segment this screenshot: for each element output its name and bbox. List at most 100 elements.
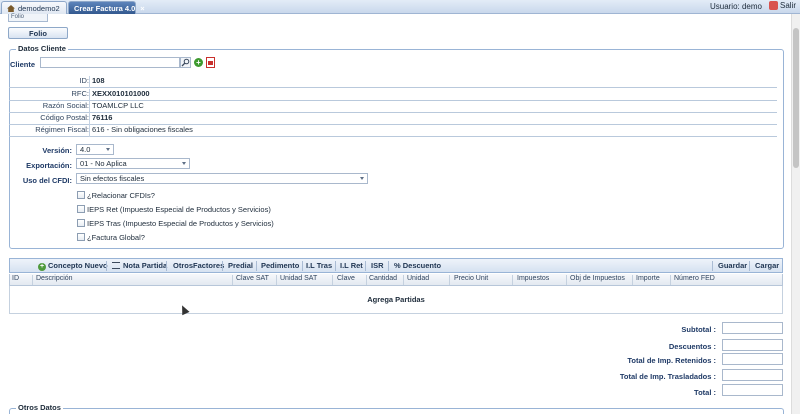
version-label: Versión: [42, 146, 72, 155]
razon-social-key: Razón Social: [42, 101, 89, 110]
col-id[interactable]: ID [12, 275, 19, 282]
datos-cliente-legend: Datos Cliente [16, 44, 68, 53]
il-tras-button[interactable]: I.L Tras [306, 261, 332, 270]
relacionar-cfdis-label: ¿Relacionar CFDIs? [87, 191, 155, 200]
regimen-fiscal-value: 616 - Sin obligaciones fiscales [92, 125, 193, 134]
regimen-fiscal-key: Régimen Fiscal: [35, 125, 89, 134]
col-clave-sat[interactable]: Clave SAT [236, 275, 269, 282]
conceptos-toolbar: + Concepto Nuevo Nota Partida OtrosFactor… [9, 258, 783, 273]
uso-cfdi-select[interactable]: Sin efectos fiscales [76, 173, 368, 184]
rfc-key: RFC: [71, 89, 90, 98]
tab-home[interactable]: demodemo2 [1, 1, 67, 14]
uso-cfdi-label: Uso del CFDI: [22, 176, 72, 185]
logout-button[interactable]: Salir [768, 1, 796, 10]
ieps-tras-label: IEPS Tras (Impuesto Especial de Producto… [87, 219, 274, 228]
checkbox-box[interactable] [77, 205, 85, 213]
checkbox-box[interactable] [77, 219, 85, 227]
descuento-button[interactable]: % Descuento [394, 261, 441, 270]
otros-datos-legend: Otros Datos [16, 403, 63, 412]
ieps-ret-label: IEPS Ret (Impuesto Especial de Productos… [87, 205, 271, 214]
concepto-nuevo-button[interactable]: + Concepto Nuevo [38, 261, 108, 271]
isr-button[interactable]: ISR [371, 261, 384, 270]
predial-button[interactable]: Predial [228, 261, 253, 270]
descuentos-field[interactable] [722, 339, 783, 351]
il-ret-button[interactable]: I.L Ret [340, 261, 363, 270]
logout-icon [768, 1, 778, 10]
subtotal-field[interactable] [722, 322, 783, 334]
nota-partida-label: Nota Partida [123, 261, 168, 270]
ieps-ret-checkbox[interactable]: IEPS Ret (Impuesto Especial de Productos… [77, 205, 271, 214]
scrollbar-thumb[interactable] [793, 28, 799, 168]
relacionar-cfdis-checkbox[interactable]: ¿Relacionar CFDIs? [77, 191, 155, 200]
col-numero-fed[interactable]: Número FED [674, 275, 715, 282]
tab-crear-factura[interactable]: Crear Factura 4.0 × [68, 1, 145, 14]
otros-factores-button[interactable]: OtrosFactores [173, 261, 224, 270]
note-icon [112, 262, 120, 269]
id-key: ID: [79, 76, 89, 85]
col-cantidad[interactable]: Cantidad [369, 275, 397, 282]
pdf-icon[interactable] [206, 57, 215, 68]
col-clave[interactable]: Clave [337, 275, 355, 282]
col-obj-impuestos[interactable]: Obj de Impuestos [570, 275, 625, 282]
checkbox-box[interactable] [77, 233, 85, 241]
total-label: Total : [694, 388, 716, 397]
imp-retenidos-field[interactable] [722, 353, 783, 365]
version-select[interactable]: 4.0 [76, 144, 114, 155]
close-icon[interactable]: × [140, 4, 144, 13]
ieps-tras-checkbox[interactable]: IEPS Tras (Impuesto Especial de Producto… [77, 219, 274, 228]
info-row-id: ID: 108 [9, 76, 777, 88]
exportacion-value: 01 - No Aplica [80, 159, 127, 168]
col-descripcion[interactable]: Descripción [36, 275, 73, 282]
folio-button[interactable]: Folio [8, 27, 68, 39]
col-importe[interactable]: Importe [636, 275, 660, 282]
total-field[interactable] [722, 384, 783, 396]
descuentos-label: Descuentos : [668, 342, 716, 351]
col-impuestos[interactable]: Impuestos [517, 275, 549, 282]
info-row-regimen-fiscal: Régimen Fiscal: 616 - Sin obligaciones f… [9, 125, 777, 137]
imp-trasladados-label: Total de Imp. Trasladados : [619, 372, 716, 381]
conceptos-grid-header: ID Descripción Clave SAT Unidad SAT Clav… [9, 274, 783, 286]
search-button[interactable] [180, 57, 191, 68]
subtotal-label: Subtotal : [681, 325, 716, 334]
chevron-down-icon [106, 148, 110, 151]
col-unidad-sat[interactable]: Unidad SAT [280, 275, 317, 282]
cliente-label: Cliente [10, 60, 36, 69]
vertical-scrollbar[interactable] [791, 14, 800, 414]
logout-label: Salir [779, 1, 796, 10]
cliente-input[interactable] [40, 57, 180, 68]
nota-partida-button[interactable]: Nota Partida [112, 261, 167, 270]
version-value: 4.0 [80, 145, 91, 154]
rfc-value: XEXX010101000 [92, 89, 150, 98]
codigo-postal-key: Código Postal: [40, 113, 89, 122]
cargar-button[interactable]: Cargar [755, 261, 779, 270]
info-row-codigo-postal: Código Postal: 76116 [9, 113, 777, 125]
tab-home-label: demodemo2 [18, 4, 60, 13]
top-bar: demodemo2 Crear Factura 4.0 × Usuario: de… [0, 0, 800, 14]
factura-global-checkbox[interactable]: ¿Factura Global? [77, 233, 145, 242]
exportacion-select[interactable]: 01 - No Aplica [76, 158, 190, 169]
info-row-razon-social: Razón Social: TOAMLCP LLC [9, 101, 777, 113]
imp-trasladados-field[interactable] [722, 369, 783, 381]
tab-crear-factura-label: Crear Factura 4.0 [74, 4, 136, 13]
plus-icon: + [38, 263, 46, 271]
empty-grid-message: Agrega Partidas [367, 295, 425, 304]
user-label: Usuario: demo [709, 2, 762, 11]
conceptos-grid-body: Agrega Partidas [9, 286, 783, 314]
uso-cfdi-value: Sin efectos fiscales [80, 174, 145, 183]
guardar-button[interactable]: Guardar [718, 261, 747, 270]
codigo-postal-value: 76116 [92, 113, 113, 122]
checkbox-box[interactable] [77, 191, 85, 199]
exportacion-label: Exportación: [26, 161, 72, 170]
col-unidad[interactable]: Unidad [407, 275, 429, 282]
folio-header: Folio [8, 14, 48, 22]
id-value: 108 [92, 76, 105, 85]
pedimento-button[interactable]: Pedimento [261, 261, 299, 270]
razon-social-value: TOAMLCP LLC [92, 101, 144, 110]
add-client-icon[interactable]: + [194, 58, 203, 67]
search-icon [181, 58, 190, 67]
col-precio-unit[interactable]: Precio Unit [454, 275, 488, 282]
home-icon [7, 3, 15, 12]
concepto-nuevo-label: Concepto Nuevo [48, 261, 108, 270]
chevron-down-icon [360, 177, 364, 180]
info-row-rfc: RFC: XEXX010101000 [9, 89, 777, 101]
